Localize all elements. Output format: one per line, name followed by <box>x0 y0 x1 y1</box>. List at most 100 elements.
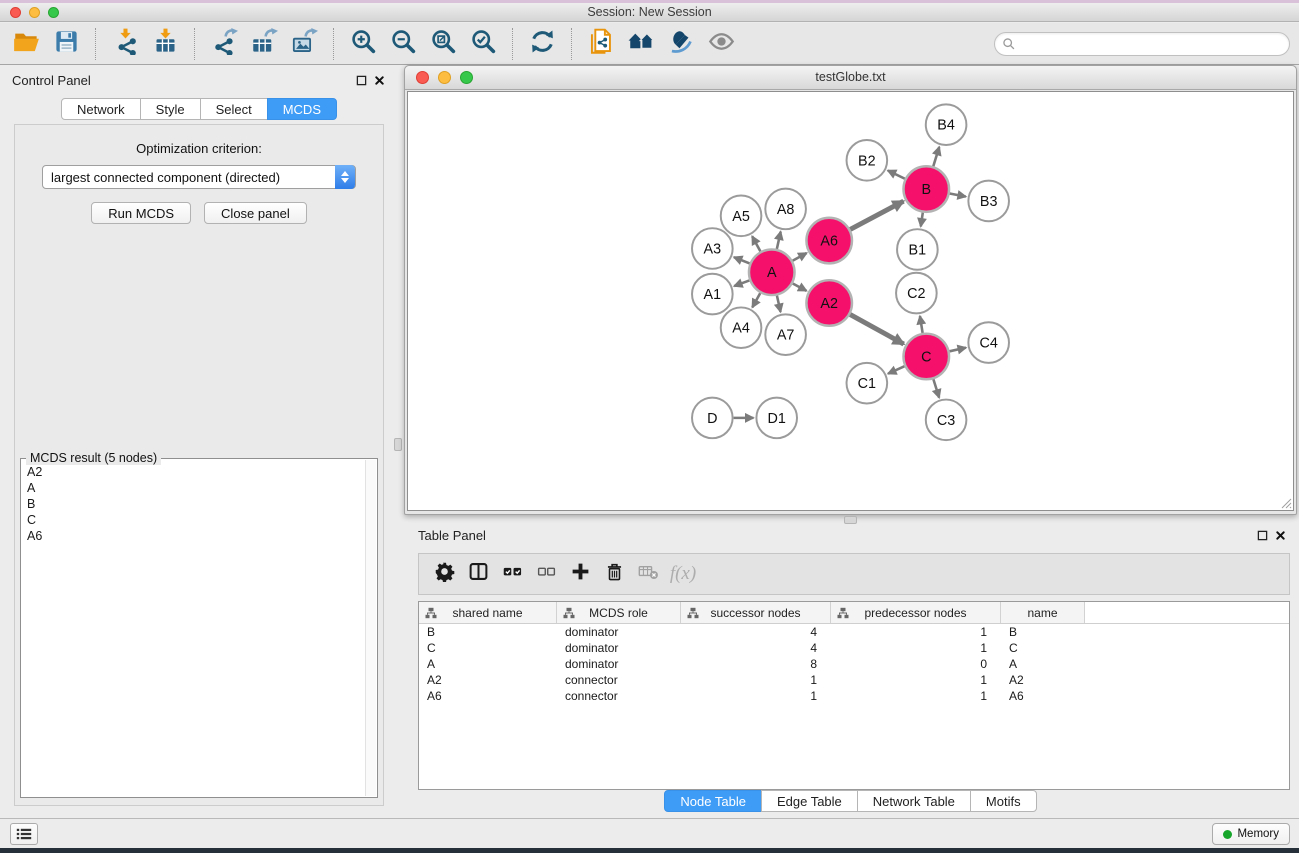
mcds-result-item[interactable]: A <box>22 480 364 496</box>
zoom-out-button[interactable] <box>383 26 423 62</box>
table-export-arrow-button[interactable] <box>244 26 284 62</box>
edge-A6-B[interactable] <box>850 201 903 229</box>
float-table-panel-icon[interactable] <box>1253 527 1271 543</box>
houses-button[interactable] <box>621 26 661 62</box>
node-A1[interactable]: A1 <box>692 274 733 315</box>
node-A7[interactable]: A7 <box>765 314 806 355</box>
network-export-arrow-button[interactable] <box>204 26 244 62</box>
table-tab-network-table[interactable]: Network Table <box>857 790 971 812</box>
search-input[interactable] <box>1016 35 1289 53</box>
result-scrollbar[interactable] <box>365 460 376 796</box>
node-C1[interactable]: C1 <box>847 363 888 404</box>
zoom-fit-button[interactable] <box>423 26 463 62</box>
edge-A-A4[interactable] <box>752 293 760 307</box>
checked-boxes-button[interactable] <box>495 558 529 590</box>
edge-B-B2[interactable] <box>888 170 905 178</box>
vertical-splitter-handle[interactable] <box>394 438 402 451</box>
edge-A-A5[interactable] <box>752 236 760 251</box>
node-B1[interactable]: B1 <box>897 229 938 270</box>
memory-button[interactable]: Memory <box>1212 823 1290 845</box>
table-down-arrow-button[interactable] <box>145 26 185 62</box>
mcds-result-item[interactable]: C <box>22 512 364 528</box>
document-share-button[interactable] <box>581 26 621 62</box>
zoom-in-button[interactable] <box>343 26 383 62</box>
table-row[interactable]: A6connector11A6 <box>419 688 1289 704</box>
edge-C-C2[interactable] <box>920 316 923 333</box>
node-A4[interactable]: A4 <box>721 307 762 348</box>
node-B2[interactable]: B2 <box>847 140 888 181</box>
column-header-shared-name[interactable]: shared name <box>419 602 557 623</box>
edge-A-A8[interactable] <box>777 232 781 249</box>
network-canvas[interactable]: B4 B2 B B3 A8A5 A6 B1 A3 A C2 A1 A2 A4A7 C4 C C1 C3 D D1 <box>407 91 1294 511</box>
network-down-arrow-button[interactable] <box>105 26 145 62</box>
close-table-panel-icon[interactable] <box>1271 527 1289 543</box>
column-header-successor-nodes[interactable]: successor nodes <box>681 602 831 623</box>
table-tab-edge-table[interactable]: Edge Table <box>761 790 858 812</box>
edge-C-C3[interactable] <box>933 379 939 397</box>
edge-A-A7[interactable] <box>777 295 781 311</box>
tab-mcds[interactable]: MCDS <box>267 98 337 120</box>
network-graph[interactable]: B4 B2 B B3 A8A5 A6 B1 A3 A C2 A1 A2 A4A7 C4 C C1 C3 D D1 <box>408 92 1293 510</box>
gear-button[interactable] <box>427 558 461 590</box>
zoom-check-button[interactable] <box>463 26 503 62</box>
criterion-select[interactable]: largest connected component (directed) <box>42 165 356 189</box>
refresh-button[interactable] <box>522 26 562 62</box>
floppy-disk-button[interactable] <box>46 26 86 62</box>
mcds-result-item[interactable]: A2 <box>22 464 364 480</box>
trash-button[interactable] <box>597 558 631 590</box>
node-C[interactable]: C <box>903 334 949 380</box>
table-row[interactable]: A2connector11A2 <box>419 672 1289 688</box>
table-row[interactable]: Bdominator41B <box>419 624 1289 640</box>
tab-select[interactable]: Select <box>200 98 268 120</box>
edge-C-C1[interactable] <box>888 366 905 373</box>
network-window-titlebar[interactable]: testGlobe.txt <box>405 66 1296 90</box>
node-B4[interactable]: B4 <box>926 104 967 145</box>
table-row[interactable]: Adominator80A <box>419 656 1289 672</box>
plus-button[interactable] <box>563 558 597 590</box>
run-mcds-button[interactable]: Run MCDS <box>91 202 191 224</box>
float-panel-icon[interactable] <box>352 72 370 88</box>
show-panels-button[interactable] <box>10 823 38 845</box>
node-A8[interactable]: A8 <box>765 189 806 230</box>
node-A5[interactable]: A5 <box>721 196 762 237</box>
node-D1[interactable]: D1 <box>756 398 797 439</box>
unchecked-boxes-button[interactable] <box>529 558 563 590</box>
node-C4[interactable]: C4 <box>968 322 1009 363</box>
edge-A-A2[interactable] <box>793 283 807 290</box>
node-A2[interactable]: A2 <box>806 280 852 326</box>
edge-A-A6[interactable] <box>793 253 807 261</box>
node-D[interactable]: D <box>692 398 733 439</box>
edge-B-B4[interactable] <box>933 147 939 166</box>
node-B[interactable]: B <box>903 166 949 212</box>
node-B3[interactable]: B3 <box>968 181 1009 222</box>
close-panel-button[interactable]: Close panel <box>204 202 307 224</box>
table-row[interactable]: Cdominator41C <box>419 640 1289 656</box>
table-tab-motifs[interactable]: Motifs <box>970 790 1037 812</box>
edge-A-A3[interactable] <box>734 257 750 263</box>
edge-B-B3[interactable] <box>950 194 966 197</box>
node-A3[interactable]: A3 <box>692 228 733 269</box>
node-A[interactable]: A <box>749 249 795 295</box>
column-header-predecessor-nodes[interactable]: predecessor nodes <box>831 602 1001 623</box>
resize-grip-icon[interactable] <box>1279 496 1292 509</box>
node-C2[interactable]: C2 <box>896 273 937 314</box>
mcds-result-item[interactable]: B <box>22 496 364 512</box>
tab-network[interactable]: Network <box>61 98 141 120</box>
node-A6[interactable]: A6 <box>806 218 852 264</box>
image-export-arrow-button[interactable] <box>284 26 324 62</box>
table-tab-node-table[interactable]: Node Table <box>664 790 762 812</box>
node-C3[interactable]: C3 <box>926 400 967 441</box>
edge-A2-C[interactable] <box>850 314 904 344</box>
eye-button[interactable] <box>701 26 741 62</box>
edge-B-B1[interactable] <box>921 213 923 227</box>
column-header-mcds-role[interactable]: MCDS role <box>557 602 681 623</box>
tab-style[interactable]: Style <box>140 98 201 120</box>
folder-open-button[interactable] <box>6 26 46 62</box>
mcds-result-item[interactable]: A6 <box>22 528 364 544</box>
split-columns-button[interactable] <box>461 558 495 590</box>
close-panel-icon[interactable] <box>370 72 388 88</box>
edge-C-C4[interactable] <box>949 348 965 352</box>
app-titlebar[interactable]: Session: New Session <box>0 3 1299 22</box>
column-header-name[interactable]: name <box>1001 602 1085 623</box>
pen-button[interactable] <box>661 26 701 62</box>
